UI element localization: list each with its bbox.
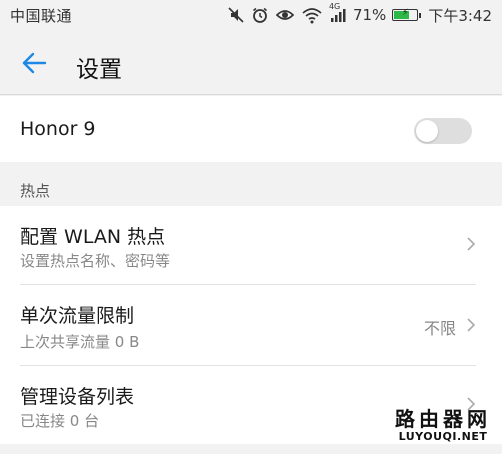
toggle-knob — [416, 120, 438, 142]
back-button[interactable] — [14, 48, 54, 78]
list-item-title: 管理设备列表 — [20, 386, 135, 408]
arrow-left-icon — [22, 52, 47, 74]
signal-icon: 4G — [329, 2, 347, 24]
network-type-label: 4G — [328, 2, 341, 11]
clock: 下午3:42 — [428, 6, 492, 25]
watermark-en: LUYOUQI.NET — [398, 430, 488, 443]
wifi-icon — [301, 6, 323, 24]
list-item-value: 不限 — [423, 319, 456, 338]
list-item-subtitle: 上次共享流量 0 B — [20, 333, 140, 351]
list-item-title: 配置 WLAN 热点 — [20, 226, 166, 248]
mute-icon — [227, 6, 245, 24]
eye-comfort-icon — [275, 6, 295, 24]
device-name: Honor 9 — [20, 118, 96, 140]
battery-icon: ⚡ — [392, 8, 422, 21]
status-bar: 中国联通 4G 71% ⚡ 下午3:42 — [0, 0, 502, 30]
list-item-subtitle: 已连接 0 台 — [20, 412, 100, 430]
section-header: 热点 — [20, 182, 51, 200]
alarm-icon — [251, 6, 269, 24]
device-card: Honor 9 — [0, 96, 502, 162]
status-icons: 4G 71% ⚡ 下午3:42 — [227, 2, 492, 26]
hotspot-toggle[interactable] — [414, 118, 472, 144]
app-bar: 设置 — [0, 30, 502, 94]
watermark-cn: 路由器网 — [395, 407, 491, 431]
list-item-title: 单次流量限制 — [20, 305, 135, 327]
list-item-subtitle: 设置热点名称、密码等 — [20, 252, 171, 270]
list-item-configure-wlan[interactable]: 配置 WLAN 热点 设置热点名称、密码等 — [0, 206, 502, 284]
charging-icon: ⚡ — [402, 8, 409, 18]
chevron-right-icon — [467, 318, 476, 332]
watermark: 路由器网 LUYOUQI.NET — [394, 408, 492, 444]
carrier-label: 中国联通 — [10, 7, 73, 25]
app-bar-divider — [0, 94, 502, 95]
list-item-traffic-limit[interactable]: 单次流量限制 上次共享流量 0 B 不限 — [0, 285, 502, 365]
chevron-right-icon — [467, 237, 476, 251]
page-title: 设置 — [76, 57, 122, 83]
battery-percent: 71% — [352, 6, 387, 24]
